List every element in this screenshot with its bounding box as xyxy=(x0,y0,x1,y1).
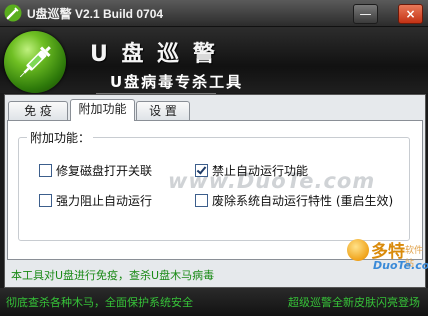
watermark-logo: 多特 软件站 DuoTe.com xyxy=(345,235,428,279)
brand-subtitle: U盘病毒专杀工具 xyxy=(110,73,244,91)
info-notice: 本工具对U盘进行免疫，查杀U盘木马病毒 xyxy=(11,269,215,282)
option-disable-autorun[interactable]: 禁止自动运行功能 xyxy=(195,162,308,179)
new-skin-link[interactable]: 超级巡警全新皮肤闪亮登场 xyxy=(288,294,420,310)
option-force-block-autorun[interactable]: 强力阻止自动运行 xyxy=(39,192,152,209)
window-title: U盘巡警 V2.1 Build 0704 xyxy=(27,7,164,21)
checkbox-remove-autorun-feature[interactable] xyxy=(195,194,208,207)
syringe-icon xyxy=(4,4,22,22)
group-title: 附加功能： xyxy=(27,129,94,146)
option-repair-disk-association[interactable]: 修复磁盘打开关联 xyxy=(39,162,152,179)
close-button[interactable]: × xyxy=(398,4,423,24)
title-bar[interactable]: U盘巡警 V2.1 Build 0704 — × xyxy=(0,0,428,27)
extra-functions-group: 附加功能： 修复磁盘打开关联 禁止自动运行功能 强力阻止自动运行 废除系统自动运… xyxy=(18,129,410,241)
status-bar: 彻底查杀各种木马，全面保护系统安全 超级巡警全新皮肤闪亮登场 xyxy=(0,288,428,316)
checkbox-force-block-autorun[interactable] xyxy=(39,194,52,207)
option-label: 废除系统自动运行特性 (重启生效) xyxy=(212,194,394,208)
option-label: 修复磁盘打开关联 xyxy=(56,164,153,178)
tab-bar: 免 疫 附加功能 设 置 xyxy=(5,99,425,121)
option-label: 强力阻止自动运行 xyxy=(56,194,153,208)
main-content: 免 疫 附加功能 设 置 www.DuoTe.com 附加功能： 修复磁盘打开关… xyxy=(4,94,428,288)
logo-dot-icon xyxy=(347,239,369,261)
watermark-logo-domain: DuoTe.com xyxy=(373,259,428,272)
checkbox-repair-disk-association[interactable] xyxy=(39,164,52,177)
app-logo xyxy=(4,31,66,93)
brand-name: U 盘 巡 警 xyxy=(90,42,218,67)
minimize-button[interactable]: — xyxy=(353,4,378,24)
tab-immunize[interactable]: 免 疫 xyxy=(8,101,68,120)
option-label: 禁止自动运行功能 xyxy=(212,164,309,178)
syringe-icon xyxy=(19,46,51,78)
tab-settings[interactable]: 设 置 xyxy=(136,101,190,120)
status-slogan: 彻底查杀各种木马，全面保护系统安全 xyxy=(6,296,193,309)
checkbox-disable-autorun[interactable] xyxy=(195,164,208,177)
tab-extra-functions[interactable]: 附加功能 xyxy=(70,99,135,121)
option-remove-autorun-feature[interactable]: 废除系统自动运行特性 (重启生效) xyxy=(195,192,393,209)
app-header: U 盘 巡 警 U盘病毒专杀工具 xyxy=(0,27,428,94)
